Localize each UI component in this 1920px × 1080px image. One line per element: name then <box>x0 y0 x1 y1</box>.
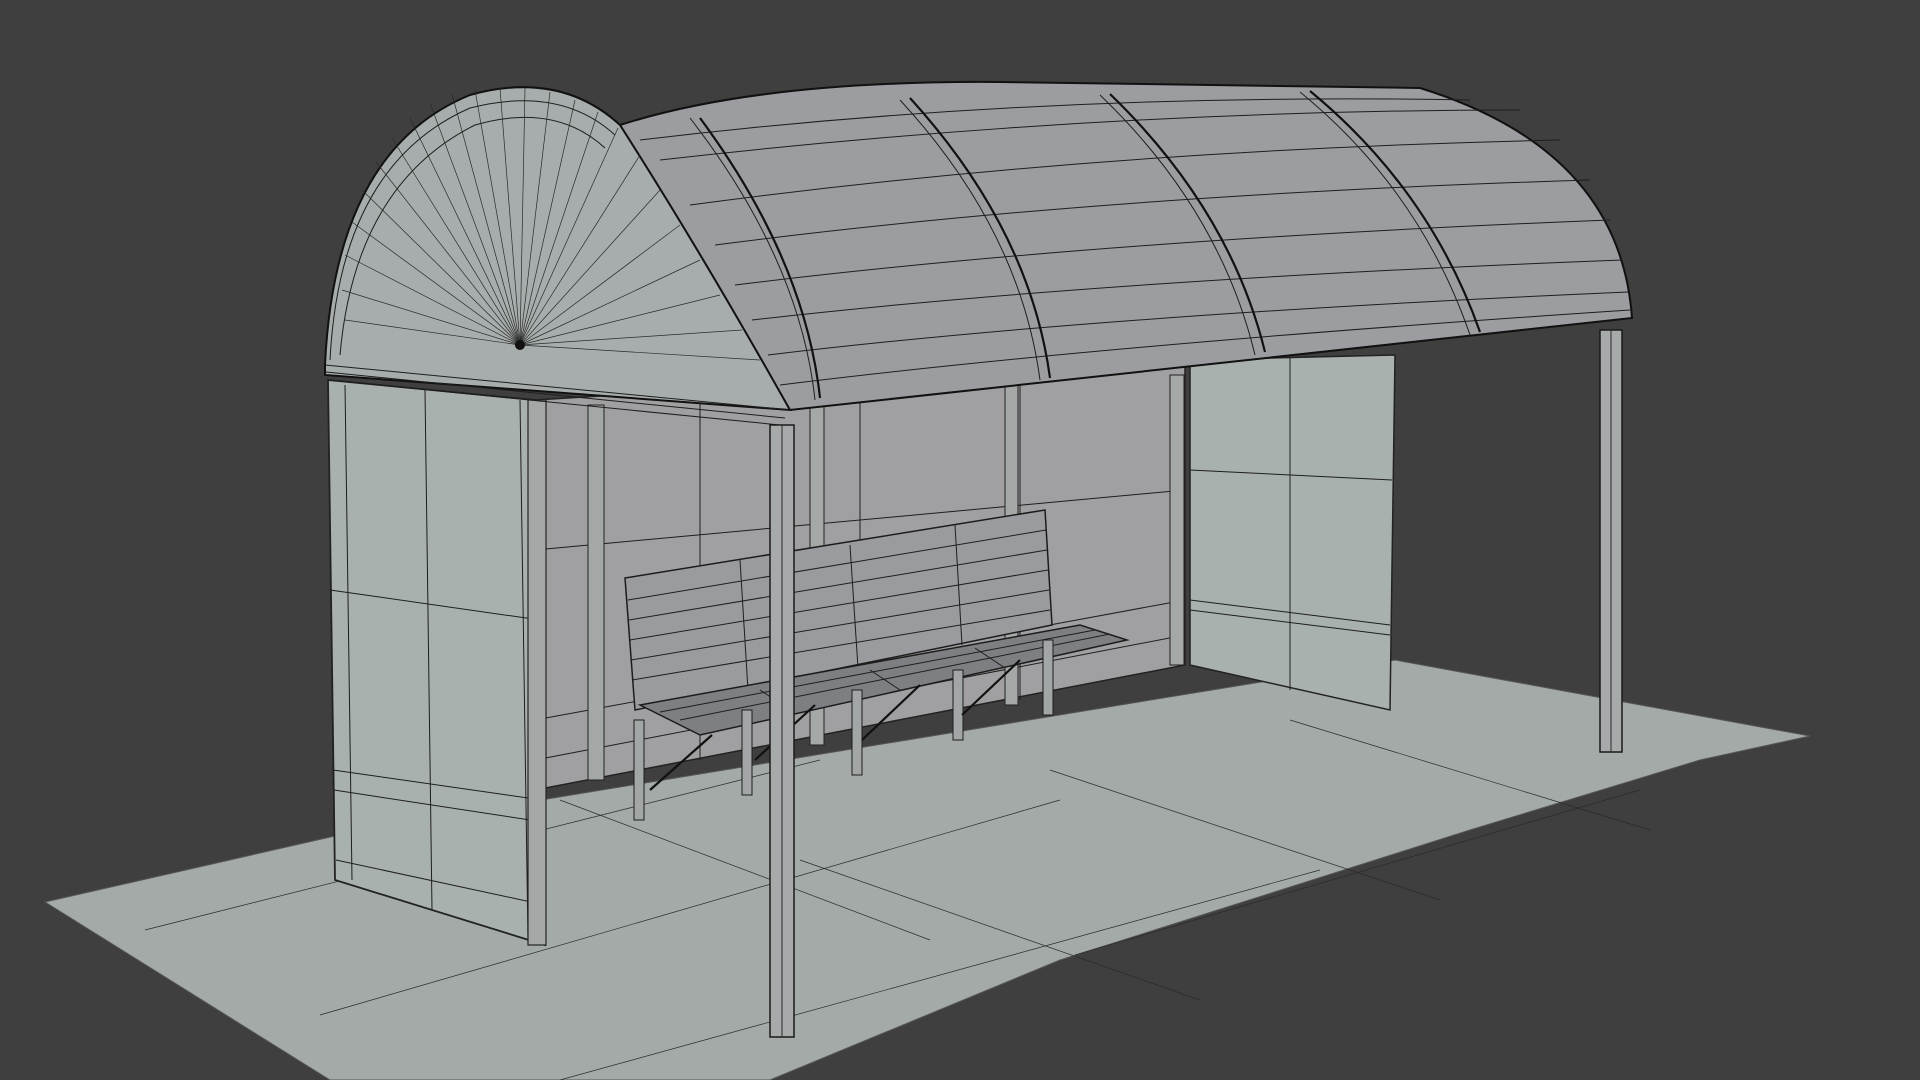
barrel-vault-roof <box>618 80 1634 412</box>
3d-viewport[interactable] <box>0 0 1920 1080</box>
left-side-panel <box>327 379 547 947</box>
ground-slab <box>43 659 1811 1080</box>
scene-canvas[interactable] <box>0 0 1920 1080</box>
right-side-panel <box>1189 354 1396 711</box>
